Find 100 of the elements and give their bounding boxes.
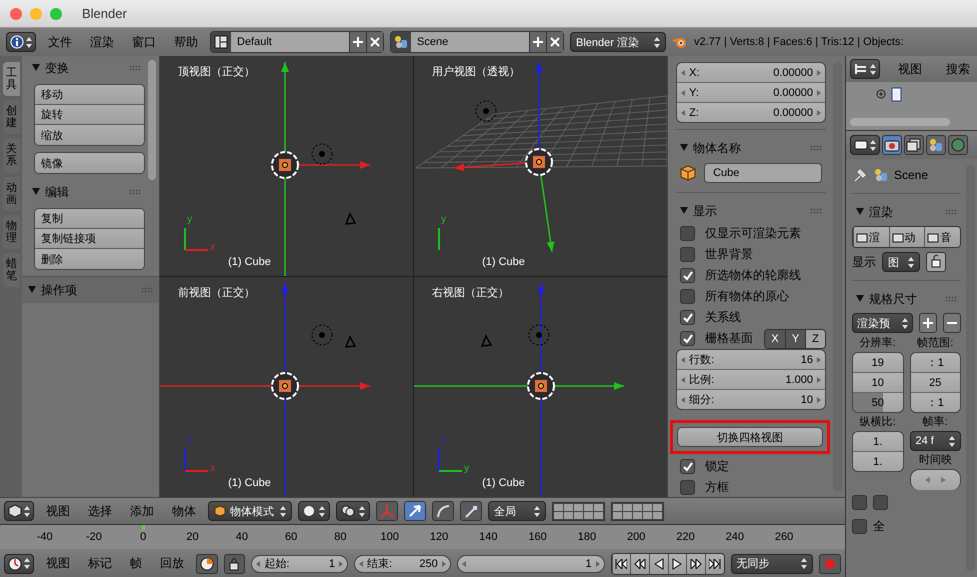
add-preset-button[interactable] bbox=[919, 313, 938, 333]
menu-item[interactable]: 视图 bbox=[40, 555, 76, 572]
panel-title[interactable]: 渲染 bbox=[856, 204, 893, 220]
properties-tab[interactable] bbox=[904, 135, 924, 155]
lamp-icon[interactable] bbox=[476, 100, 497, 122]
checkbox[interactable] bbox=[680, 247, 696, 262]
checkbox[interactable] bbox=[680, 480, 696, 495]
scene-field[interactable]: Scene bbox=[390, 31, 564, 53]
pivot-dropdown[interactable] bbox=[336, 501, 370, 521]
layer-grid[interactable] bbox=[611, 502, 664, 520]
object-origin-icon[interactable] bbox=[525, 148, 554, 176]
editor-type-button[interactable] bbox=[850, 59, 880, 79]
time-remap-field[interactable] bbox=[910, 469, 961, 490]
checkbox[interactable] bbox=[680, 268, 696, 283]
pin-icon[interactable] bbox=[852, 167, 868, 183]
tool-tab[interactable]: 动画 bbox=[3, 176, 20, 211]
object-origin-icon[interactable] bbox=[271, 151, 300, 179]
editor-type-button[interactable] bbox=[850, 135, 880, 155]
number-field[interactable]: 细分: 10 bbox=[677, 390, 826, 409]
properties-tab[interactable] bbox=[926, 135, 946, 155]
render-engine-dropdown[interactable]: Blender 渲染 bbox=[570, 32, 666, 52]
sync-dropdown[interactable]: 无同步 bbox=[730, 554, 814, 574]
panel-title[interactable]: 显示 bbox=[680, 202, 718, 220]
current-frame-marker[interactable] bbox=[142, 525, 145, 530]
remove-preset-button[interactable] bbox=[943, 313, 961, 333]
tool-button[interactable]: 移动 bbox=[34, 85, 144, 105]
tool-tab[interactable]: 关系 bbox=[3, 138, 20, 173]
close-icon[interactable] bbox=[546, 32, 563, 52]
tool-tab[interactable]: 蜡笔 bbox=[3, 252, 20, 288]
drag-handle-icon[interactable] bbox=[141, 287, 154, 293]
frame-range-field[interactable]: ：1 bbox=[910, 393, 960, 412]
editor-type-button[interactable] bbox=[4, 554, 34, 574]
tool-tab[interactable]: 工具 bbox=[3, 62, 20, 96]
play-button[interactable] bbox=[668, 554, 686, 574]
object-origin-icon[interactable] bbox=[271, 372, 300, 400]
rotate-button[interactable] bbox=[432, 501, 454, 521]
axis-toggle[interactable]: X bbox=[765, 330, 786, 348]
render-button[interactable]: 渲 bbox=[853, 227, 889, 247]
drag-handle-icon[interactable] bbox=[810, 145, 822, 151]
resolution-field[interactable]: 10 bbox=[853, 373, 902, 393]
menu-item[interactable]: 搜索 bbox=[940, 60, 976, 78]
mode-dropdown[interactable]: 物体模式 bbox=[208, 501, 292, 521]
menu-item[interactable]: 渲染 bbox=[84, 34, 120, 50]
scale-button[interactable] bbox=[460, 501, 482, 521]
menu-item[interactable]: 视图 bbox=[892, 60, 928, 78]
location-field[interactable]: X: 0.00000 bbox=[677, 63, 826, 83]
drag-handle-icon[interactable] bbox=[945, 209, 957, 215]
start-frame-field[interactable]: 起始: 1 bbox=[251, 554, 348, 572]
manipulator-toggle-button[interactable] bbox=[376, 501, 398, 521]
panel-title[interactable]: 规格尺寸 bbox=[856, 290, 917, 308]
tool-button[interactable]: 复制 bbox=[34, 209, 144, 229]
checkbox[interactable] bbox=[852, 518, 867, 534]
layer-grid[interactable] bbox=[552, 502, 605, 520]
menu-item[interactable]: 标记 bbox=[82, 555, 118, 572]
orientation-dropdown[interactable]: 全局 bbox=[488, 501, 546, 521]
shading-dropdown[interactable] bbox=[298, 501, 330, 521]
axis-toggle[interactable]: Y bbox=[785, 330, 806, 348]
checkbox[interactable] bbox=[680, 459, 696, 474]
frame-range-field[interactable]: 25 bbox=[910, 373, 960, 393]
number-field[interactable]: 比例: 1.000 bbox=[677, 370, 826, 390]
object-name-field[interactable]: Cube bbox=[704, 163, 822, 183]
drag-handle-icon[interactable] bbox=[129, 189, 142, 195]
add-icon[interactable] bbox=[349, 32, 366, 52]
lock-button[interactable] bbox=[224, 554, 246, 574]
frame-rate-dropdown[interactable]: 24 f bbox=[910, 431, 961, 451]
menu-item[interactable]: 添加 bbox=[124, 502, 160, 520]
menu-item[interactable]: 窗口 bbox=[126, 34, 162, 50]
drag-handle-icon[interactable] bbox=[945, 296, 957, 302]
tool-tab[interactable]: 物理 bbox=[3, 214, 20, 249]
record-button[interactable] bbox=[819, 554, 841, 574]
menu-item[interactable]: 视图 bbox=[40, 502, 76, 520]
tool-button[interactable]: 复制链接项 bbox=[34, 229, 144, 249]
menu-item[interactable]: 帧 bbox=[124, 555, 148, 572]
menu-item[interactable]: 选择 bbox=[82, 502, 118, 520]
render-button[interactable]: 动 bbox=[888, 227, 924, 247]
tool-button[interactable]: 旋转 bbox=[34, 105, 144, 125]
play-reverse-button[interactable] bbox=[648, 554, 668, 574]
resolution-field[interactable]: 50 bbox=[853, 393, 902, 412]
tool-button[interactable]: 缩放 bbox=[34, 125, 144, 145]
panel-title[interactable]: 编辑 bbox=[32, 184, 69, 200]
current-frame-field[interactable]: 1 bbox=[456, 554, 605, 572]
properties-tab[interactable] bbox=[882, 135, 902, 155]
menu-item[interactable]: 帮助 bbox=[168, 34, 204, 50]
close-icon[interactable] bbox=[366, 32, 383, 52]
frame-range-field[interactable]: ：1 bbox=[910, 353, 960, 373]
previous-keyframe-button[interactable] bbox=[630, 554, 649, 574]
jump-start-button[interactable] bbox=[612, 554, 630, 574]
keying-button[interactable] bbox=[196, 554, 218, 574]
render-button[interactable]: 音 bbox=[924, 227, 960, 247]
end-frame-field[interactable]: 结束: 250 bbox=[354, 554, 451, 572]
menu-item[interactable]: 物体 bbox=[166, 502, 202, 520]
screen-layout-field[interactable]: Default bbox=[210, 31, 384, 53]
editor-type-button[interactable] bbox=[6, 32, 36, 52]
object-origin-icon[interactable] bbox=[527, 372, 556, 400]
translate-button[interactable] bbox=[404, 501, 426, 521]
checkbox[interactable] bbox=[852, 494, 867, 510]
scrollbar[interactable] bbox=[148, 60, 156, 180]
location-field[interactable]: Z: 0.00000 bbox=[677, 103, 826, 122]
resolution-field[interactable]: 19 bbox=[853, 353, 902, 373]
tool-button[interactable]: 删除 bbox=[34, 249, 144, 269]
